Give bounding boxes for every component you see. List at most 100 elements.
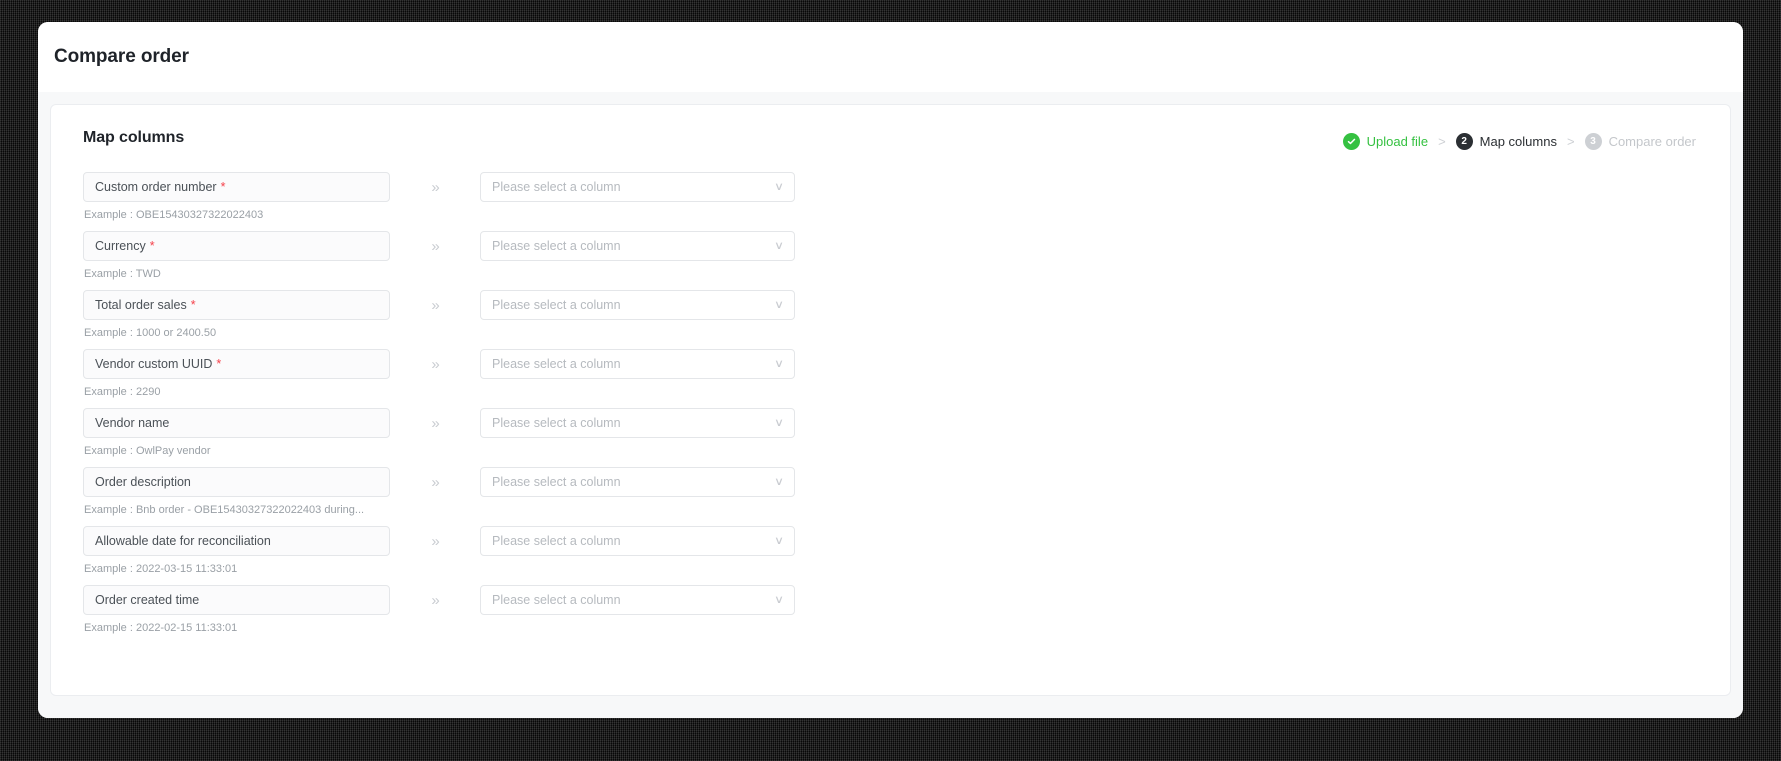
stepper-step-label: Upload file (1366, 134, 1429, 149)
chevron-down-icon: ∨ (773, 416, 785, 429)
source-field-cell: Vendor custom UUID * Example : 2290 (83, 349, 390, 400)
example-value-text: Example : Bnb order - OBE154303273220224… (84, 504, 365, 516)
source-field-label: Custom order number (95, 180, 217, 194)
target-column-cell: Please select a column ∨ (480, 467, 795, 497)
source-field-cell: Allowable date for reconciliation Example… (83, 526, 390, 577)
column-select[interactable]: Please select a column ∨ (480, 408, 795, 438)
example-value-text: Example : 2022-03-15 11:33:01 (84, 563, 238, 575)
example-value-text: Example : 1000 or 2400.50 (84, 327, 217, 339)
column-select-value: Please select a column (492, 357, 621, 371)
column-mapping-row: Currency * Example : TWD » Please select a c… (83, 231, 1702, 282)
column-mapping-row: Allowable date for reconciliation Example… (83, 526, 1702, 577)
stepper-step-3: 3 Compare order (1584, 133, 1696, 150)
target-column-cell: Please select a column ∨ (480, 526, 795, 556)
column-mapping-row: Order description Example : Bnb order - O… (83, 467, 1702, 518)
column-mapping-row: Order created time Example : 2022-02-15 1… (83, 585, 1702, 636)
example-value-text: Example : TWD (84, 268, 161, 280)
source-field-label: Currency (95, 239, 146, 253)
stepper-separator: > (1438, 134, 1446, 149)
stepper-step-2[interactable]: 2 Map columns (1455, 133, 1557, 150)
stepper-step-label: Compare order (1608, 134, 1696, 149)
required-marker: * (190, 297, 196, 312)
column-select[interactable]: Please select a column ∨ (480, 172, 795, 202)
source-field-label-box: Currency * (83, 231, 390, 261)
source-field-label: Vendor name (95, 416, 170, 430)
double-chevron-right-icon: » (431, 532, 439, 550)
double-chevron-right-icon: » (431, 591, 439, 609)
column-mapping-row: Custom order number * Example : OBE1543032… (83, 172, 1702, 223)
example-value-text: Example : OBE15430327322022403 (84, 209, 264, 221)
chevron-down-icon: ∨ (773, 475, 785, 488)
column-select[interactable]: Please select a column ∨ (480, 349, 795, 379)
mapping-arrow-cell: » (390, 467, 480, 497)
progress-stepper: Upload file >2 Map columns >3 Compare order (1342, 129, 1702, 150)
column-select-value: Please select a column (492, 416, 621, 430)
mapping-arrow-cell: » (390, 231, 480, 261)
source-field-label: Order created time (95, 593, 200, 607)
chevron-down-icon: ∨ (773, 298, 785, 311)
source-field-label-box: Allowable date for reconciliation (83, 526, 390, 556)
source-field-label-box: Order created time (83, 585, 390, 615)
column-select[interactable]: Please select a column ∨ (480, 290, 795, 320)
column-select-value: Please select a column (492, 239, 621, 253)
target-column-cell: Please select a column ∨ (480, 349, 795, 379)
source-field-label: Allowable date for reconciliation (95, 534, 271, 548)
screenshot-frame: Compare order Map columns Upload file >2 M… (0, 0, 1781, 761)
target-column-cell: Please select a column ∨ (480, 172, 795, 202)
example-value-text: Example : 2022-02-15 11:33:01 (84, 622, 238, 634)
mapping-arrow-cell: » (390, 408, 480, 438)
double-chevron-right-icon: » (431, 237, 439, 255)
column-mapping-row: Total order sales * Example : 1000 or 2400… (83, 290, 1702, 341)
column-select[interactable]: Please select a column ∨ (480, 467, 795, 497)
stepper-step-1[interactable]: Upload file (1342, 133, 1429, 150)
column-select[interactable]: Please select a column ∨ (480, 231, 795, 261)
map-columns-card: Map columns Upload file >2 Map columns >3 Co… (50, 104, 1731, 696)
target-column-cell: Please select a column ∨ (480, 585, 795, 615)
chevron-down-icon: ∨ (773, 534, 785, 547)
chevron-down-icon: ∨ (773, 593, 785, 606)
target-column-cell: Please select a column ∨ (480, 290, 795, 320)
required-marker: * (220, 179, 226, 194)
source-field-label: Vendor custom UUID (95, 357, 213, 371)
chevron-down-icon: ∨ (773, 239, 785, 252)
target-column-cell: Please select a column ∨ (480, 408, 795, 438)
required-marker: * (216, 356, 222, 371)
required-marker: * (149, 238, 155, 253)
mapping-arrow-cell: » (390, 349, 480, 379)
stepper-separator: > (1566, 134, 1575, 149)
example-value-text: Example : OwlPay vendor (84, 445, 211, 457)
double-chevron-right-icon: » (431, 355, 439, 373)
source-field-cell: Currency * Example : TWD (83, 231, 390, 282)
double-chevron-right-icon: » (431, 178, 439, 196)
target-column-cell: Please select a column ∨ (480, 231, 795, 261)
source-field-cell: Order description Example : Bnb order - O… (83, 467, 390, 518)
source-field-label-box: Vendor name (83, 408, 390, 438)
chevron-down-icon: ∨ (773, 180, 785, 193)
stepper-badge-number: 3 (1584, 133, 1602, 150)
column-select[interactable]: Please select a column ∨ (480, 585, 795, 615)
mapping-arrow-cell: » (390, 585, 480, 615)
stepper-badge-number: 2 (1455, 133, 1473, 150)
column-mapping-row: Vendor custom UUID * Example : 2290 » Please… (83, 349, 1702, 400)
double-chevron-right-icon: » (431, 473, 439, 491)
double-chevron-right-icon: » (431, 296, 439, 314)
column-select-value: Please select a column (492, 593, 621, 607)
card-header: Map columns Upload file >2 Map columns >3 Co… (79, 129, 1702, 150)
source-field-label-box: Vendor custom UUID * (83, 349, 390, 379)
example-value-text: Example : 2290 (84, 386, 161, 398)
source-field-cell: Custom order number * Example : OBE1543032… (83, 172, 390, 223)
column-select-value: Please select a column (492, 180, 621, 194)
column-select-value: Please select a column (492, 534, 621, 548)
mapping-arrow-cell: » (390, 290, 480, 320)
stepper-step-label: Map columns (1479, 134, 1557, 149)
column-select-value: Please select a column (492, 475, 621, 489)
page-body: Map columns Upload file >2 Map columns >3 Co… (38, 92, 1743, 718)
source-field-cell: Order created time Example : 2022-02-15 1… (83, 585, 390, 636)
chevron-down-icon: ∨ (773, 357, 785, 370)
column-mapping-list: Custom order number * Example : OBE1543032… (79, 172, 1702, 636)
column-mapping-row: Vendor name Example : OwlPay vendor » Pleas… (83, 408, 1702, 459)
card-title: Map columns (83, 129, 185, 146)
column-select-value: Please select a column (492, 298, 621, 312)
source-field-label: Total order sales (95, 298, 187, 312)
column-select[interactable]: Please select a column ∨ (480, 526, 795, 556)
